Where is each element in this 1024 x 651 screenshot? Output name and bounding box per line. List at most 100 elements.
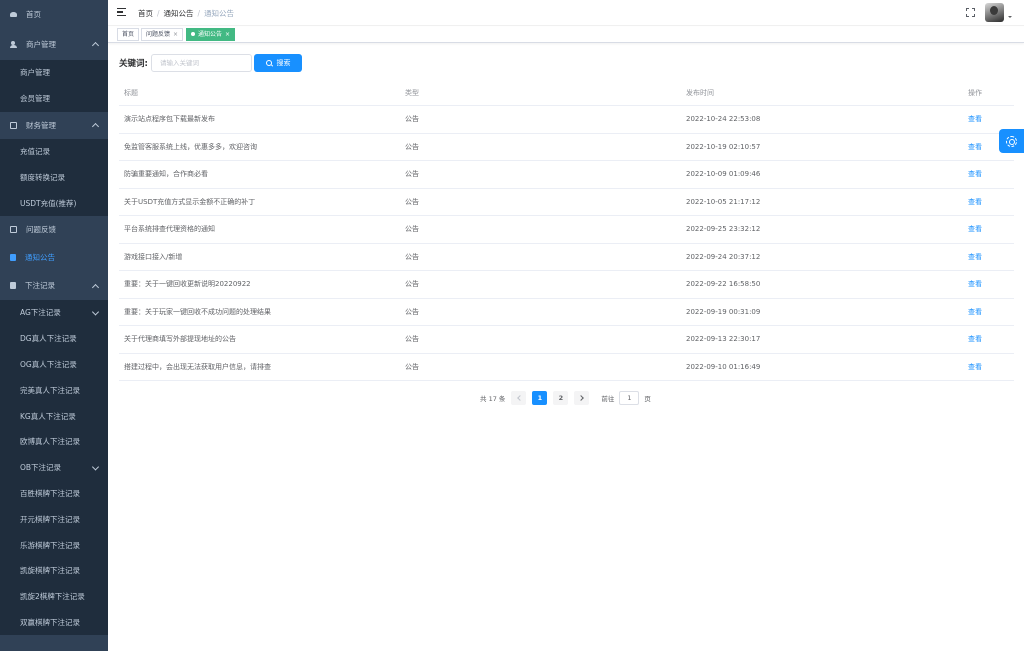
cell-time: 2022-09-19 00:31:09 [686,307,761,316]
view-link[interactable]: 查看 [968,142,982,152]
view-link[interactable]: 查看 [968,169,982,179]
close-icon[interactable]: × [173,31,178,38]
caret-down-icon[interactable] [1008,16,1012,18]
avatar[interactable] [985,3,1004,22]
view-link[interactable]: 查看 [968,252,982,262]
sidebar-item-recharge-records[interactable]: 充值记录 [0,138,108,165]
sidebar-item-label: 欧博真人下注记录 [20,437,80,447]
cell-title: 平台系统排查代理资格的通知 [124,225,215,234]
sidebar-item-label: 财务管理 [26,120,56,130]
dashboard-icon [10,11,17,17]
sidebar-item-kg-bets[interactable]: KG真人下注记录 [0,403,108,429]
cell-title: 关于USDT充值方式显示金额不正确的补丁 [124,197,256,206]
sidebar-item-og-bets[interactable]: OG真人下注记录 [0,351,108,378]
column-header-title: 标题 [124,89,138,97]
view-link[interactable]: 查看 [968,334,982,344]
cell-type: 公告 [405,280,419,289]
sidebar-item-leyou-bets[interactable]: 乐游棋牌下注记录 [0,532,108,558]
cell-time: 2022-09-13 22:30:17 [686,335,761,344]
cell-type: 公告 [405,142,419,151]
cell-title: 免监管客服系统上线，优惠多多，欢迎咨询 [124,142,257,151]
cell-type: 公告 [405,115,419,124]
page-button-2[interactable]: 2 [553,390,569,405]
sidebar-item-label: 乐游棋牌下注记录 [20,540,80,550]
sidebar-item-kaixuan-bets[interactable]: 凯旋棋牌下注记录 [0,557,108,584]
hamburger-icon[interactable] [117,8,126,16]
sidebar-item-ob-bets[interactable]: OB下注记录 [0,454,108,481]
cell-title: 防骗重要通知，合作商必看 [124,170,208,179]
sidebar-item-member-management[interactable]: 会员管理 [0,85,108,112]
sidebar-item-dg-bets[interactable]: DG真人下注记录 [0,325,108,352]
page-button-1[interactable]: 1 [532,390,548,405]
sidebar-item-usdt-recharge[interactable]: USDT充值(推荐) [0,190,108,216]
document-icon [10,253,16,261]
sidebar-item-ag-bets[interactable]: AG下注记录 [0,299,108,326]
cell-type: 公告 [405,335,419,344]
column-header-action: 操作 [968,89,982,97]
sidebar-item-label: 凯旋2棋牌下注记录 [20,592,85,602]
table-row: 平台系统排查代理资格的通知 公告 2022-09-25 23:32:12 查看 [119,216,1014,244]
tag-announcements[interactable]: 通知公告 × [186,28,236,41]
chevron-right-icon [578,394,584,401]
sidebar-item-merchant-management[interactable]: 商户管理 [0,28,108,60]
sidebar-item-merchant-list[interactable]: 商户管理 [0,60,108,86]
cell-title: 搭建过程中，会出现无法获取用户信息，请排查 [124,362,271,371]
active-dot-icon [191,31,195,36]
tag-label: 问题反馈 [146,31,171,38]
sidebar-item-label: 通知公告 [25,252,55,262]
sidebar-item-label: 双赢棋牌下注记录 [20,617,80,627]
sidebar-item-label: 充值记录 [20,146,50,156]
view-link[interactable]: 查看 [968,114,982,124]
sidebar-item-label: 首页 [26,9,41,19]
announcement-table: 标题 类型 发布时间 操作 演示站点程序包下载最新发布 公告 2022-10-2… [119,81,1014,381]
sidebar-item-shuangying-bets[interactable]: 双赢棋牌下注记录 [0,609,108,636]
table-row: 关于代理商填写外部提现地址的公告 公告 2022-09-13 22:30:17 … [119,326,1014,354]
sidebar-item-label: OG真人下注记录 [20,359,77,369]
cell-title: 演示站点程序包下载最新发布 [124,115,215,124]
cell-time: 2022-10-24 22:53:08 [686,115,761,124]
sidebar-item-baisheng-bets[interactable]: 百胜棋牌下注记录 [0,480,108,507]
sidebar-item-announcements[interactable]: 通知公告 [0,243,108,272]
view-link[interactable]: 查看 [968,362,982,372]
chevron-down-icon [91,308,100,316]
breadcrumb-home[interactable]: 首页 [138,9,153,18]
sidebar-item-wanmei-bets[interactable]: 完美真人下注记录 [0,377,108,404]
sidebar-item-quota-transfer[interactable]: 额度转换记录 [0,164,108,191]
fullscreen-icon[interactable] [966,8,975,17]
sidebar-item-kaiyuan-bets[interactable]: 开元棋牌下注记录 [0,506,108,533]
tag-home[interactable]: 首页 [117,28,140,41]
table-row: 游戏接口接入/新增 公告 2022-09-24 20:37:12 查看 [119,244,1014,271]
table-row: 重要：关于玩家一键回收不成功问题的处理结果 公告 2022-09-19 00:3… [119,299,1014,326]
view-link[interactable]: 查看 [968,307,982,317]
pagination-total: 共 17 条 [480,394,506,403]
cell-time: 2022-10-19 02:10:57 [686,142,761,151]
sidebar-item-label: DG真人下注记录 [20,334,77,344]
sidebar-item-bet-records[interactable]: 下注记录 [0,272,108,300]
breadcrumb-section[interactable]: 通知公告 [164,9,194,18]
cell-title: 重要：关于一键回收更新说明20220922 [124,280,251,289]
view-link[interactable]: 查看 [968,224,982,234]
sidebar-item-oubo-bets[interactable]: 欧博真人下注记录 [0,428,108,455]
settings-panel-button[interactable] [999,129,1024,153]
sidebar: 首页 商户管理 商户管理 会员管理 财务管理 充值记录 额度转换记录 USDT充… [0,0,108,651]
keyword-input[interactable] [151,54,252,72]
close-icon[interactable]: × [225,31,230,38]
table-row: 搭建过程中，会出现无法获取用户信息，请排查 公告 2022-09-10 01:1… [119,354,1014,381]
tag-feedback[interactable]: 问题反馈 × [141,28,184,41]
sidebar-item-kaixuan2-bets[interactable]: 凯旋2棋牌下注记录 [0,583,108,610]
goto-label: 前往 [601,394,615,403]
sidebar-item-home[interactable]: 首页 [0,0,108,28]
search-button[interactable]: 搜索 [254,54,302,72]
table-row: 关于USDT充值方式显示金额不正确的补丁 公告 2022-10-05 21:17… [119,189,1014,216]
view-link[interactable]: 查看 [968,279,982,289]
view-link[interactable]: 查看 [968,197,982,207]
page-unit-label: 页 [644,394,651,403]
sidebar-item-feedback[interactable]: 问题反馈 [0,216,108,243]
next-page-button[interactable] [574,390,590,405]
prev-page-button[interactable] [511,390,527,405]
navbar: 首页 / 通知公告 / 通知公告 [108,0,1024,26]
edit-icon [10,225,17,233]
sidebar-item-finance-management[interactable]: 财务管理 [0,112,108,139]
goto-page-input[interactable]: 1 [619,390,640,405]
sidebar-item-label: 会员管理 [20,94,50,104]
